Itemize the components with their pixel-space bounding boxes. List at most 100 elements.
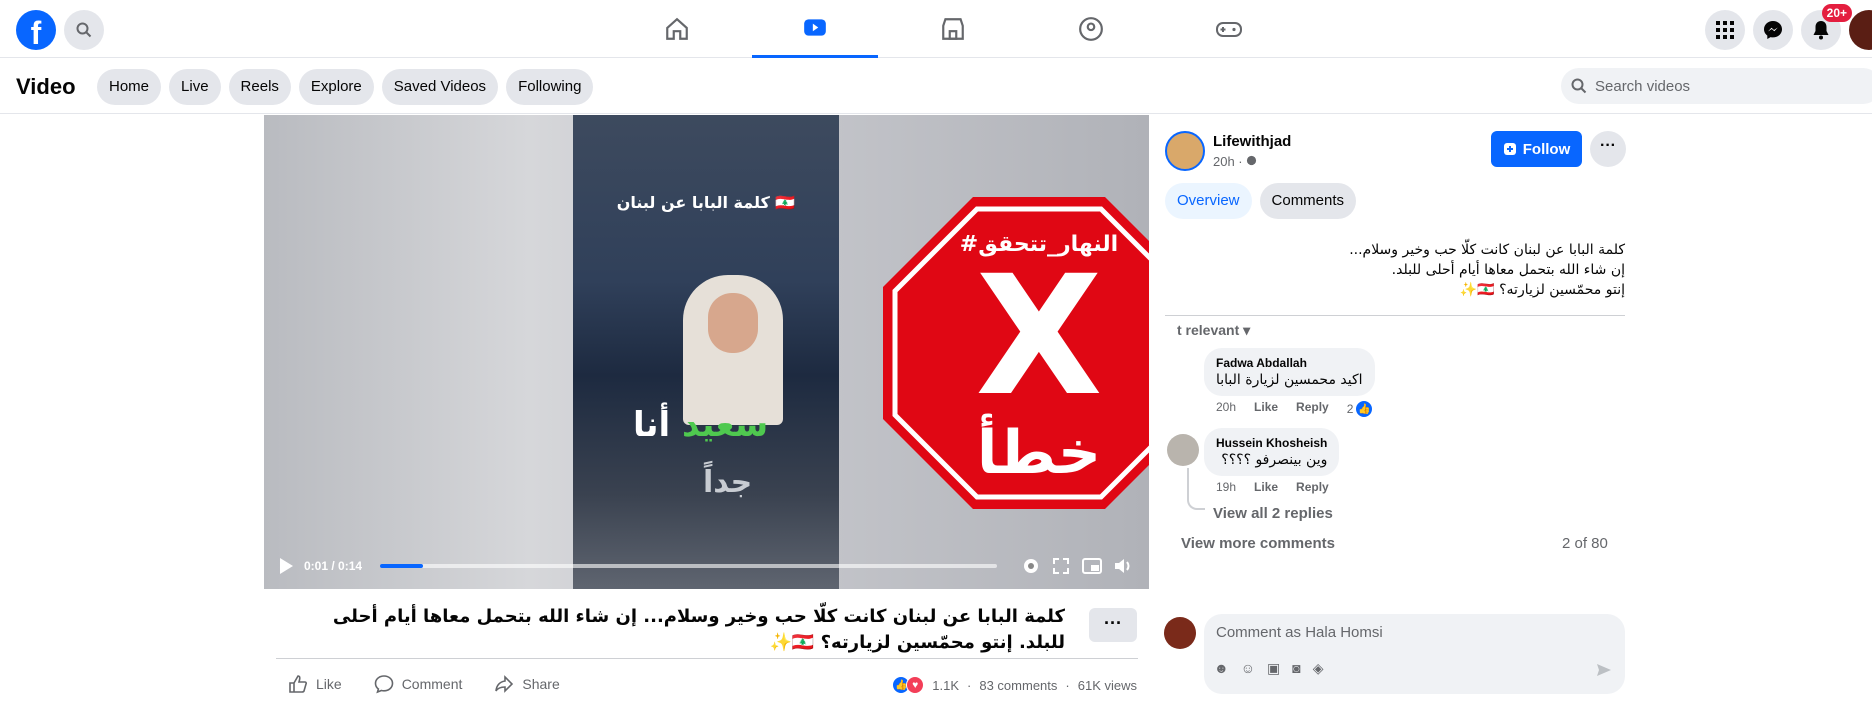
video-time: 0:01 / 0:14	[304, 559, 363, 573]
nav-marketplace-icon[interactable]	[890, 0, 1016, 58]
comment-meta: 20h Like Reply 2 👍	[1204, 400, 1375, 418]
like-reaction-icon: 👍	[1355, 400, 1374, 418]
view-replies-link[interactable]: View all 2 replies	[1213, 505, 1333, 522]
comment-label: Comment	[401, 676, 463, 692]
like-label: Like	[316, 676, 342, 692]
dot-separator: ·	[967, 677, 972, 693]
post-description: كلمة البابا عن لبنان كانت كلّا حب وخير و…	[1165, 240, 1625, 300]
volume-icon[interactable]	[1113, 556, 1135, 576]
pip-icon[interactable]	[1081, 556, 1103, 576]
video-caption-overlay: كلمة البابا عن لبنان 🇱🇧	[616, 193, 796, 212]
search-icon[interactable]	[64, 10, 104, 50]
menu-grid-icon[interactable]	[1705, 10, 1745, 50]
tab-live[interactable]: Live	[169, 69, 221, 105]
comment-like-button[interactable]: Like	[1254, 480, 1278, 494]
video-player[interactable]: كلمة البابا عن لبنان 🇱🇧 سعيد أنا جداً #ا…	[264, 115, 1149, 589]
description-line: كلمة البابا عن لبنان كانت كلّا حب وخير و…	[1349, 242, 1625, 258]
gif-icon[interactable]: ◙	[1292, 660, 1300, 677]
video-more-button[interactable]: ···	[1089, 608, 1137, 642]
share-button[interactable]: Share	[494, 674, 560, 694]
nav-groups-icon[interactable]	[1028, 0, 1154, 58]
like-icon	[289, 675, 307, 693]
nav-video-icon[interactable]	[752, 0, 878, 58]
panel-more-button[interactable]: ···	[1590, 131, 1626, 167]
tab-overview[interactable]: Overview	[1165, 183, 1252, 219]
author-name[interactable]: Lifewithjad	[1213, 133, 1291, 150]
nav-gaming-icon[interactable]	[1166, 0, 1292, 58]
composer-toolbar: ☻ ☺ ▣ ◙ ◈	[1214, 660, 1324, 677]
tab-saved-videos[interactable]: Saved Videos	[381, 69, 499, 105]
post-actions: Like Comment Share	[288, 674, 560, 694]
subtitle-white: أنا	[633, 405, 671, 445]
send-icon[interactable]	[1596, 662, 1612, 678]
x-mark: X	[975, 240, 1102, 432]
page-title: Video	[16, 74, 76, 99]
post-time-text: 20h ·	[1213, 154, 1247, 169]
comment-like-button[interactable]: Like	[1254, 400, 1278, 418]
panel-tabs: Overview Comments	[1165, 183, 1357, 219]
comment-icon	[374, 675, 393, 694]
video-controls: 0:01 / 0:14	[264, 543, 1149, 589]
follow-button[interactable]: Follow	[1491, 131, 1582, 167]
avatar-sticker-icon[interactable]: ☻	[1214, 660, 1229, 677]
notification-badge: 20+	[1821, 4, 1852, 22]
comment-time[interactable]: 20h	[1216, 400, 1236, 418]
sort-label: t relevant	[1177, 322, 1240, 338]
settings-icon[interactable]	[1021, 556, 1041, 576]
divider	[276, 658, 1138, 659]
sticker-icon[interactable]: ◈	[1313, 660, 1324, 677]
nav-home-icon[interactable]	[614, 0, 740, 58]
tab-home[interactable]: Home	[97, 69, 162, 105]
camera-icon[interactable]: ▣	[1267, 660, 1280, 677]
view-more-comments-link[interactable]: View more comments	[1181, 535, 1335, 552]
top-navigation-bar: f 20+	[0, 0, 1872, 58]
comment-count[interactable]: 83 comments	[979, 678, 1057, 693]
love-reaction-icon: ♥	[906, 676, 925, 694]
follow-label: Follow	[1522, 140, 1571, 158]
post-time: 20h ·	[1213, 154, 1257, 169]
video-subtitle-line1: سعيد أنا	[633, 405, 768, 445]
reaction-count[interactable]: 1.1K	[932, 678, 959, 693]
comment-bubble: Fadwa Abdallah اكيد محمسين لزيارة البابا	[1204, 348, 1375, 396]
comment-author[interactable]: Fadwa Abdallah	[1216, 356, 1363, 370]
comment-input[interactable]: Comment as Hala Homsi	[1216, 624, 1383, 641]
author-avatar[interactable]	[1165, 131, 1205, 171]
comment-reply-button[interactable]: Reply	[1296, 400, 1329, 418]
video-progress-bar[interactable]	[380, 564, 997, 568]
tab-explore[interactable]: Explore	[298, 69, 374, 105]
comment-button[interactable]: Comment	[374, 674, 463, 694]
false-claim-stop-sign: #النهار_تتحقق X خطأ	[883, 197, 1149, 509]
post-stats: 👍 ♥ 1.1K · 83 comments · 61K views	[892, 676, 1137, 694]
comment-bubble: Hussein Khosheish وين بينصرفو ؟؟؟؟	[1204, 428, 1340, 476]
tab-reels[interactable]: Reels	[228, 69, 291, 105]
share-label: Share	[522, 676, 560, 692]
search-placeholder: Search videos	[1595, 77, 1691, 95]
profile-avatar[interactable]	[1849, 10, 1872, 50]
comment-time[interactable]: 19h	[1216, 480, 1236, 494]
like-button[interactable]: Like	[288, 674, 342, 694]
comment-reply-button[interactable]: Reply	[1296, 480, 1329, 494]
tab-comments[interactable]: Comments	[1259, 183, 1357, 219]
messenger-icon[interactable]	[1753, 10, 1793, 50]
comment-composer[interactable]: Comment as Hala Homsi ☻ ☺ ▣ ◙ ◈	[1204, 614, 1625, 694]
play-icon[interactable]	[278, 557, 294, 575]
emoji-icon[interactable]: ☺	[1241, 660, 1255, 677]
current-user-avatar[interactable]	[1164, 617, 1196, 649]
comment-pagination-count: 2 of 80	[1562, 535, 1608, 552]
tab-following[interactable]: Following	[506, 69, 594, 105]
facebook-logo[interactable]: f	[16, 10, 56, 51]
comment-item: Fadwa Abdallah اكيد محمسين لزيارة البابا…	[1204, 348, 1375, 418]
speaker-image	[683, 275, 783, 425]
comment-reaction-count: 2	[1346, 402, 1354, 416]
search-videos-input[interactable]: Search videos	[1561, 68, 1872, 104]
comment-author[interactable]: Hussein Khosheish	[1216, 436, 1327, 450]
commenter-avatar[interactable]	[1167, 434, 1199, 466]
comment-reactions[interactable]: 2 👍	[1347, 400, 1374, 418]
fullscreen-icon[interactable]	[1051, 556, 1071, 576]
subtitle-green: سعيد	[682, 405, 769, 445]
video-subtitle-line2: جداً	[703, 465, 753, 500]
globe-icon	[1247, 155, 1257, 166]
comment-sort-dropdown[interactable]: t relevant ▾	[1177, 322, 1250, 339]
dot-separator: ·	[1065, 677, 1070, 693]
comment-item: Hussein Khosheish وين بينصرفو ؟؟؟؟ 19h L…	[1204, 428, 1340, 494]
